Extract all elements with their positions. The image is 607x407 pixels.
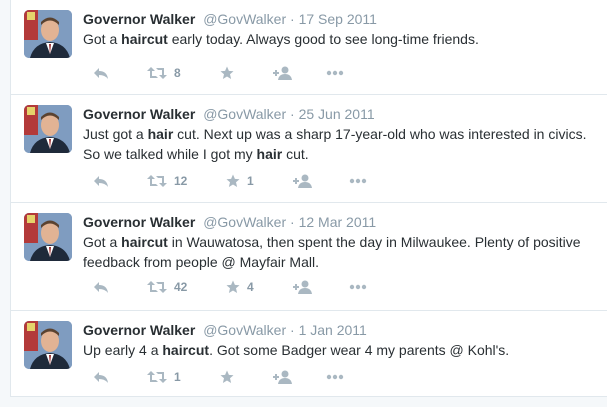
follow-icon [293, 280, 312, 294]
tweet-header: Governor Walker @GovWalker · 17 Sep 2011 [83, 10, 377, 28]
retweet-icon [147, 281, 167, 293]
highlighted-keyword: hair [256, 146, 283, 162]
favorite-button[interactable]: 4 [226, 277, 254, 297]
more-icon [326, 70, 344, 76]
tweet[interactable]: Governor Walker @GovWalker · 17 Sep 2011… [11, 0, 607, 95]
retweet-icon [147, 175, 167, 187]
author-handle[interactable]: @GovWalker [203, 214, 286, 230]
reply-button[interactable] [93, 367, 109, 387]
more-button[interactable] [349, 277, 367, 297]
text-segment: cut. [282, 146, 309, 162]
text-segment: Up early 4 a [83, 342, 163, 358]
favorite-count: 1 [247, 174, 254, 188]
more-button[interactable] [349, 171, 367, 191]
star-icon [226, 280, 240, 293]
favorite-button[interactable] [220, 63, 241, 83]
reply-icon [94, 372, 108, 383]
tweet[interactable]: Governor Walker @GovWalker · 1 Jan 2011 … [11, 311, 607, 397]
author-handle[interactable]: @GovWalker [203, 322, 286, 338]
follow-icon [273, 370, 292, 384]
avatar[interactable] [24, 10, 72, 58]
text-segment: Just got a [83, 126, 148, 142]
more-button[interactable] [326, 367, 344, 387]
highlighted-keyword: hair [147, 126, 174, 142]
reply-icon [94, 68, 108, 79]
retweet-button[interactable]: 1 [147, 367, 181, 387]
tweet[interactable]: Governor Walker @GovWalker · 25 Jun 2011… [11, 95, 607, 203]
author-handle[interactable]: @GovWalker [203, 11, 286, 27]
reply-button[interactable] [93, 277, 109, 297]
tweet-text: Just got a hair cut. Next up was a sharp… [83, 124, 593, 164]
favorite-button[interactable] [220, 367, 241, 387]
text-segment: early today. Always good to see long-tim… [167, 31, 479, 47]
more-icon [349, 284, 367, 290]
author-name[interactable]: Governor Walker [83, 322, 195, 338]
reply-icon [94, 176, 108, 187]
retweet-icon [147, 371, 167, 383]
highlighted-keyword: haircut [162, 342, 210, 358]
tweet-header: Governor Walker @GovWalker · 12 Mar 2011 [83, 213, 376, 231]
follow-button[interactable] [273, 367, 293, 387]
retweet-count: 12 [174, 174, 188, 188]
author-name[interactable]: Governor Walker [83, 11, 195, 27]
avatar[interactable] [24, 321, 72, 369]
tweet-actions: 1 [83, 367, 383, 387]
more-button[interactable] [326, 63, 344, 83]
follow-icon [293, 174, 312, 188]
tweet-date[interactable]: 17 Sep 2011 [299, 11, 377, 27]
star-icon [220, 370, 234, 383]
retweet-count: 42 [174, 280, 188, 294]
retweet-button[interactable]: 12 [147, 171, 187, 191]
tweet-actions: 8 [83, 63, 383, 83]
reply-icon [94, 282, 108, 293]
timeline: Governor Walker @GovWalker · 17 Sep 2011… [10, 0, 607, 397]
highlighted-keyword: haircut [121, 234, 168, 250]
favorite-button[interactable]: 1 [226, 171, 254, 191]
tweet-date[interactable]: 25 Jun 2011 [299, 106, 375, 122]
tweet-text: Up early 4 a haircut. Got some Badger we… [83, 340, 593, 360]
tweet-text: Got a haircut early today. Always good t… [83, 29, 593, 49]
tweet[interactable]: Governor Walker @GovWalker · 12 Mar 2011… [11, 203, 607, 311]
text-segment: Got a [83, 31, 122, 47]
more-icon [326, 374, 344, 380]
highlighted-keyword: haircut [121, 31, 168, 47]
follow-button[interactable] [293, 171, 313, 191]
tweet-date[interactable]: 1 Jan 2011 [299, 322, 367, 338]
retweet-icon [147, 67, 167, 79]
separator: · [290, 214, 295, 230]
tweet-header: Governor Walker @GovWalker · 25 Jun 2011 [83, 105, 375, 123]
separator: · [290, 322, 295, 338]
star-icon [220, 66, 234, 79]
reply-button[interactable] [93, 63, 109, 83]
tweet-date[interactable]: 12 Mar 2011 [299, 214, 377, 230]
star-icon [226, 174, 240, 187]
retweet-count: 1 [174, 370, 181, 384]
tweet-header: Governor Walker @GovWalker · 1 Jan 2011 [83, 321, 367, 339]
favorite-count: 4 [247, 280, 254, 294]
tweet-actions: 42 4 [83, 277, 383, 297]
follow-icon [273, 66, 292, 80]
avatar[interactable] [24, 213, 72, 261]
text-segment: . Got some Badger wear 4 my parents @ Ko… [209, 342, 510, 358]
retweet-button[interactable]: 8 [147, 63, 181, 83]
tweet-text: Got a haircut in Wauwatosa, then spent t… [83, 232, 593, 272]
retweet-button[interactable]: 42 [147, 277, 187, 297]
separator: · [290, 11, 295, 27]
author-name[interactable]: Governor Walker [83, 106, 195, 122]
retweet-count: 8 [174, 66, 181, 80]
reply-button[interactable] [93, 171, 109, 191]
text-segment: Got a [83, 234, 122, 250]
follow-button[interactable] [293, 277, 313, 297]
author-name[interactable]: Governor Walker [83, 214, 195, 230]
follow-button[interactable] [273, 63, 293, 83]
author-handle[interactable]: @GovWalker [203, 106, 286, 122]
avatar[interactable] [24, 105, 72, 153]
tweet-actions: 12 1 [83, 171, 383, 191]
separator: · [290, 106, 295, 122]
more-icon [349, 178, 367, 184]
